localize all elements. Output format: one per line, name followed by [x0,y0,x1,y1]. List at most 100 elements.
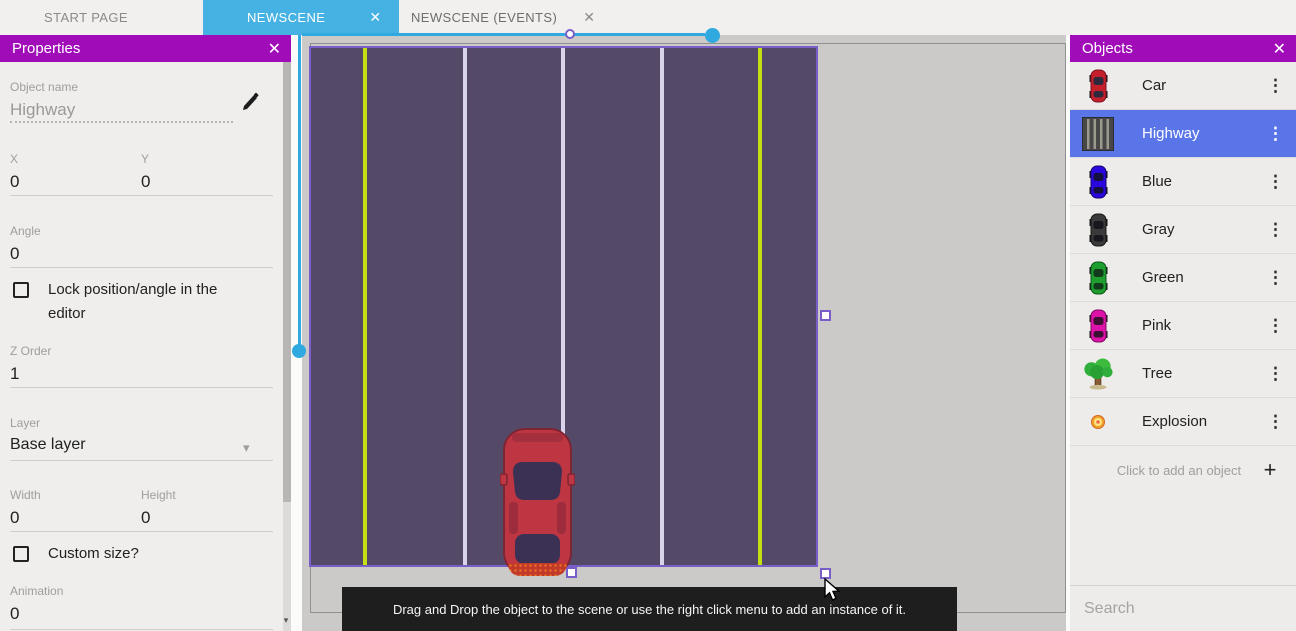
object-item-car[interactable]: Car ⋮ [1070,62,1296,110]
horizontal-scroll-thumb[interactable] [705,28,720,43]
app-window: START PAGE NEWSCENE ✕ NEWSCENE (EVENTS) … [0,0,1296,631]
tab-newscene-close-icon[interactable]: ✕ [369,0,381,35]
animation-label: Animation [10,584,63,598]
object-name-underline [10,121,233,123]
layer-underline [10,460,273,461]
layer-select[interactable]: Base layer [10,436,86,454]
width-value[interactable]: 0 [10,508,19,528]
objects-header: Objects ✕ [1070,35,1296,62]
horizontal-scroll-indicator [302,33,705,36]
tab-start-page[interactable]: START PAGE [44,0,128,35]
size-underline [10,531,273,532]
car-out-of-bounds-overlay [508,563,567,576]
object-menu-kebab-icon[interactable]: ⋮ [1267,364,1284,384]
properties-scrollbar-thumb[interactable] [283,62,291,502]
selection-handle-right-middle[interactable] [820,310,831,321]
properties-body: Object name Highway X Y 0 0 Angle 0 Lock… [0,62,283,631]
gray-car-icon [1082,213,1114,247]
objects-title: Objects [1082,40,1133,57]
tab-newscene-events[interactable]: NEWSCENE (EVENTS) ✕ [399,0,609,35]
drag-drop-tooltip: Drag and Drop the object to the scene or… [342,587,957,631]
x-value[interactable]: 0 [10,172,19,192]
tree-icon [1082,357,1114,391]
object-item-label: Tree [1142,365,1267,382]
blue-car-icon [1082,165,1114,199]
tab-bar: START PAGE NEWSCENE ✕ NEWSCENE (EVENTS) … [0,0,1296,35]
height-label: Height [141,488,176,502]
properties-title: Properties [12,40,80,57]
properties-panel: Properties ✕ Object name Highway X Y 0 0… [0,35,291,631]
properties-close-icon[interactable]: ✕ [268,39,281,59]
pink-car-icon [1082,309,1114,343]
object-name-label: Object name [10,80,78,94]
object-menu-kebab-icon[interactable]: ⋮ [1267,220,1284,240]
object-item-label: Highway [1142,125,1267,142]
object-item-label: Blue [1142,173,1267,190]
x-label: X [10,152,18,166]
object-item-highway[interactable]: Highway ⋮ [1070,110,1296,158]
width-label: Width [10,488,41,502]
mouse-cursor [823,578,841,602]
object-item-label: Explosion [1142,413,1267,430]
object-item-pink[interactable]: Pink ⋮ [1070,302,1296,350]
object-item-explosion[interactable]: Explosion ⋮ [1070,398,1296,446]
scene-canvas[interactable]: Drag and Drop the object to the scene or… [302,35,1066,631]
object-item-green[interactable]: Green ⋮ [1070,254,1296,302]
road-lane-yellow-right [758,48,762,565]
z-order-value[interactable]: 1 [10,364,19,384]
tab-newscene-events-close-icon[interactable]: ✕ [583,0,595,35]
tab-newscene[interactable]: NEWSCENE ✕ [203,0,399,35]
z-order-underline [10,387,273,388]
object-item-tree[interactable]: Tree ⋮ [1070,350,1296,398]
object-item-label: Gray [1142,221,1267,238]
y-label: Y [141,152,149,166]
vertical-scroll-indicator [298,35,301,345]
object-item-gray[interactable]: Gray ⋮ [1070,206,1296,254]
search-input[interactable] [1084,600,1291,618]
road-texture-icon [1082,117,1114,151]
custom-size-label: Custom size? [48,542,139,566]
lock-position-checkbox[interactable] [13,282,29,298]
explosion-icon [1082,405,1114,439]
tab-newscene-events-label: NEWSCENE (EVENTS) [411,0,557,35]
drag-drop-tooltip-text: Drag and Drop the object to the scene or… [393,602,906,631]
animation-value[interactable]: 0 [10,604,19,624]
green-car-icon [1082,261,1114,295]
object-item-blue[interactable]: Blue ⋮ [1070,158,1296,206]
layer-dropdown-icon[interactable]: ▾ [243,440,250,456]
angle-underline [10,267,273,268]
edit-pencil-icon[interactable] [242,92,259,112]
object-menu-kebab-icon[interactable]: ⋮ [1267,124,1284,144]
object-item-label: Car [1142,77,1267,94]
object-item-label: Pink [1142,317,1267,334]
object-item-label: Green [1142,269,1267,286]
object-menu-kebab-icon[interactable]: ⋮ [1267,316,1284,336]
object-menu-kebab-icon[interactable]: ⋮ [1267,268,1284,288]
angle-label: Angle [10,224,41,238]
lock-position-label: Lock position/angle in the editor [48,278,248,326]
scroll-down-icon[interactable]: ▾ [282,615,290,626]
objects-search-bar [1070,585,1296,631]
xy-underline [10,195,273,196]
selection-rotate-handle[interactable] [565,29,575,39]
add-object-plus-icon[interactable]: + [1256,457,1284,483]
angle-value[interactable]: 0 [10,244,19,264]
object-menu-kebab-icon[interactable]: ⋮ [1267,412,1284,432]
tab-newscene-label: NEWSCENE [247,0,325,35]
vertical-scroll-thumb[interactable] [292,344,306,358]
object-name-value[interactable]: Highway [10,100,75,120]
animation-underline [10,629,273,630]
layer-label: Layer [10,416,40,430]
height-value[interactable]: 0 [141,508,150,528]
object-menu-kebab-icon[interactable]: ⋮ [1267,172,1284,192]
red-car-icon [1082,69,1114,103]
object-menu-kebab-icon[interactable]: ⋮ [1267,76,1284,96]
properties-header: Properties ✕ [0,35,291,62]
add-object-row[interactable]: Click to add an object + [1070,446,1296,494]
objects-close-icon[interactable]: ✕ [1273,39,1286,59]
z-order-label: Z Order [10,344,51,358]
road-lane-yellow-left [363,48,367,565]
red-car-sprite[interactable] [500,424,575,577]
y-value[interactable]: 0 [141,172,150,192]
custom-size-checkbox[interactable] [13,546,29,562]
